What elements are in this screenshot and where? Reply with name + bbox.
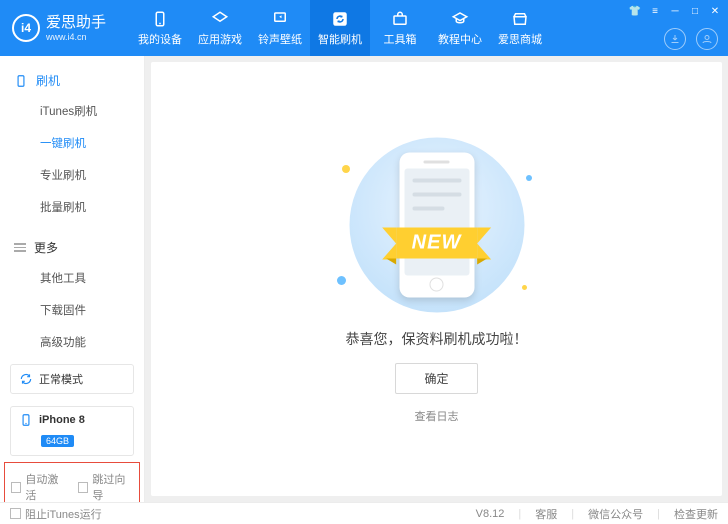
success-message: 恭喜您，保资料刷机成功啦！ xyxy=(346,329,528,349)
sidebar-item-batch-flash[interactable]: 批量刷机 xyxy=(0,191,144,223)
store-icon xyxy=(511,10,529,28)
toolbox-icon xyxy=(391,10,409,28)
ribbon-text: NEW xyxy=(396,227,478,258)
support-link[interactable]: 客服 xyxy=(535,506,557,522)
header-right xyxy=(664,28,718,50)
window-controls: 👕 ≡ ─ □ ✕ xyxy=(628,4,722,18)
check-update-link[interactable]: 检查更新 xyxy=(674,506,718,522)
sidebar-head-flash[interactable]: 刷机 xyxy=(0,66,144,95)
nav-label: 铃声壁纸 xyxy=(258,31,302,47)
checkbox-icon xyxy=(11,482,21,493)
mode-label: 正常模式 xyxy=(39,371,83,387)
status-bar: 阻止iTunes运行 V8.12 | 客服 | 微信公众号 | 检查更新 xyxy=(0,502,728,524)
illus-phone xyxy=(399,152,474,297)
nav-ringtones[interactable]: 铃声壁纸 xyxy=(250,0,310,56)
device-phone-icon xyxy=(19,413,33,427)
result-canvas: NEW 恭喜您，保资料刷机成功啦！ 确定 查看日志 xyxy=(151,62,722,496)
maximize-icon[interactable]: □ xyxy=(688,4,702,18)
user-icon xyxy=(701,33,713,45)
apps-icon xyxy=(211,10,229,28)
phone-icon xyxy=(151,10,169,28)
nav-label: 我的设备 xyxy=(138,31,182,47)
mode-box[interactable]: 正常模式 xyxy=(10,364,134,394)
nav-label: 爱思商城 xyxy=(498,31,542,47)
theme-icon[interactable]: 👕 xyxy=(628,4,642,18)
status-right: V8.12 | 客服 | 微信公众号 | 检查更新 xyxy=(476,506,718,522)
separator: | xyxy=(571,508,574,520)
illus-phone-screen xyxy=(404,168,469,275)
nav-label: 工具箱 xyxy=(384,31,417,47)
nav-smart-flash[interactable]: 智能刷机 xyxy=(310,0,370,56)
sidebar-head-label: 更多 xyxy=(34,239,58,256)
hamburger-icon xyxy=(14,241,26,254)
version-label: V8.12 xyxy=(476,508,505,520)
menu-icon[interactable]: ≡ xyxy=(648,4,662,18)
separator: | xyxy=(657,508,660,520)
device-name: iPhone 8 xyxy=(39,414,85,426)
close-icon[interactable]: ✕ xyxy=(708,4,722,18)
brand-logo: i4 爱思助手 www.i4.cn xyxy=(0,14,130,42)
auto-activate-checkbox[interactable]: 自动激活 xyxy=(11,471,66,503)
download-icon xyxy=(669,33,681,45)
separator: | xyxy=(518,508,521,520)
confetti-dot xyxy=(526,175,532,181)
nav-toolbox[interactable]: 工具箱 xyxy=(370,0,430,56)
app-body: 刷机 iTunes刷机 一键刷机 专业刷机 批量刷机 更多 其他工具 下载固件 … xyxy=(0,56,728,502)
nav-label: 智能刷机 xyxy=(318,31,362,47)
brand-text-wrap: 爱思助手 www.i4.cn xyxy=(46,15,106,42)
nav-label: 应用游戏 xyxy=(198,31,242,47)
device-box[interactable]: iPhone 8 64GB xyxy=(10,406,134,456)
sidebar-item-download-firmware[interactable]: 下载固件 xyxy=(0,294,144,326)
storage-badge: 64GB xyxy=(41,435,74,447)
music-icon xyxy=(271,10,289,28)
brand-name: 爱思助手 xyxy=(46,15,106,30)
account-button[interactable] xyxy=(696,28,718,50)
nav-store[interactable]: 爱思商城 xyxy=(490,0,550,56)
sidebar-head-label: 刷机 xyxy=(36,72,60,89)
success-illustration: NEW xyxy=(322,135,552,315)
sidebar-head-more[interactable]: 更多 xyxy=(0,233,144,262)
brand-site: www.i4.cn xyxy=(46,32,106,42)
minimize-icon[interactable]: ─ xyxy=(668,4,682,18)
block-itunes-checkbox[interactable]: 阻止iTunes运行 xyxy=(10,506,102,522)
ok-button[interactable]: 确定 xyxy=(395,363,477,394)
nav-apps-games[interactable]: 应用游戏 xyxy=(190,0,250,56)
logo-icon: i4 xyxy=(12,14,40,42)
new-ribbon: NEW xyxy=(396,227,478,258)
sidebar: 刷机 iTunes刷机 一键刷机 专业刷机 批量刷机 更多 其他工具 下载固件 … xyxy=(0,56,145,502)
checkbox-icon xyxy=(10,508,21,519)
skip-wizard-label: 跳过向导 xyxy=(92,471,133,503)
refresh-icon xyxy=(331,10,349,28)
confetti-dot xyxy=(337,276,346,285)
app-header: i4 爱思助手 www.i4.cn 我的设备 应用游戏 铃声壁纸 智能刷机 工具… xyxy=(0,0,728,56)
nav-my-device[interactable]: 我的设备 xyxy=(130,0,190,56)
sidebar-item-other-tools[interactable]: 其他工具 xyxy=(0,262,144,294)
skip-wizard-checkbox[interactable]: 跳过向导 xyxy=(78,471,133,503)
checkbox-icon xyxy=(78,482,88,493)
block-itunes-label: 阻止iTunes运行 xyxy=(25,506,102,522)
sidebar-item-itunes-flash[interactable]: iTunes刷机 xyxy=(0,95,144,127)
graduation-icon xyxy=(451,10,469,28)
confetti-dot xyxy=(522,285,527,290)
sidebar-item-oneclick-flash[interactable]: 一键刷机 xyxy=(0,127,144,159)
sidebar-item-pro-flash[interactable]: 专业刷机 xyxy=(0,159,144,191)
sidebar-item-advanced[interactable]: 高级功能 xyxy=(0,326,144,358)
wechat-link[interactable]: 微信公众号 xyxy=(588,506,643,522)
main-area: NEW 恭喜您，保资料刷机成功啦！ 确定 查看日志 xyxy=(145,56,728,502)
view-log-link[interactable]: 查看日志 xyxy=(415,408,459,424)
auto-activate-label: 自动激活 xyxy=(25,471,66,503)
refresh-small-icon xyxy=(19,372,33,386)
sidebar-group-flash: 刷机 iTunes刷机 一键刷机 专业刷机 批量刷机 xyxy=(0,56,144,223)
confetti-dot xyxy=(342,165,350,173)
sidebar-group-more: 更多 其他工具 下载固件 高级功能 xyxy=(0,223,144,358)
nav-label: 教程中心 xyxy=(438,31,482,47)
download-button[interactable] xyxy=(664,28,686,50)
phone-small-icon xyxy=(14,74,28,88)
nav-tutorials[interactable]: 教程中心 xyxy=(430,0,490,56)
